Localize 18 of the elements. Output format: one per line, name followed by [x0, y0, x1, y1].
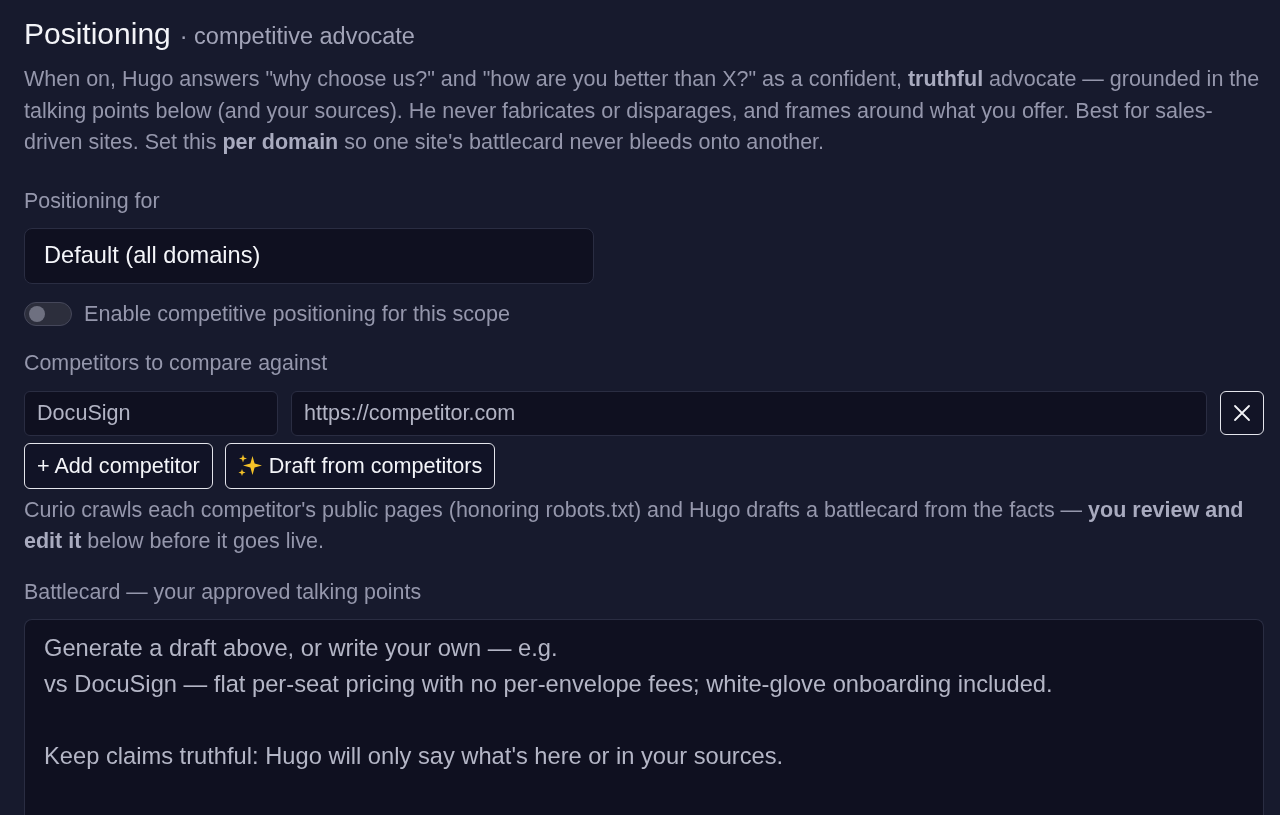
description-text: When on, Hugo answers "why choose us?" and "how are you better than X?" as a confident, truthful advocate — grounded in the talking points below (and your sources). He never fabricates or disparages, and frames around what you offer. Best for sales-driven sites. Set this per domain so one site's battlecard never bleeds onto another.: [24, 66, 1261, 156]
page-title: Positioning: [24, 16, 171, 52]
close-icon: [1233, 403, 1251, 422]
competitor-url-field[interactable]: https://competitor.com: [291, 390, 1207, 436]
battlecard-textarea[interactable]: Generate a draft above, or write your own — e.g. vs DocuSign — flat per-seat pricing with no per-envelope fees; white-glove onboarding included. Keep claims truthful: Hugo will only say what's here or in your sources.: [24, 618, 1264, 815]
domain-select[interactable]: Default (all domains): [24, 227, 594, 284]
field-label: Positioning for: [24, 188, 160, 213]
toggle-label: Enable competitive positioning for this scope: [84, 301, 511, 326]
add-competitor-button[interactable]: + Add competitor: [24, 442, 213, 489]
field-label: Battlecard — your approved talking points: [24, 579, 422, 604]
sparkle-icon: [237, 453, 262, 478]
remove-button[interactable]: [1220, 390, 1264, 435]
competitor-name-field[interactable]: DocuSign: [24, 390, 278, 436]
page-subtitle: · competitive advocate: [179, 22, 415, 51]
help-text: Curio crawls each competitor's public pages (honoring robots.txt) and Hugo drafts a battlecard from the facts — you review and edit it below before it goes live.: [24, 496, 1245, 555]
field-label: Competitors to compare against: [24, 350, 328, 375]
draft-button[interactable]: Draft from competitors: [224, 442, 496, 489]
toggle-switch[interactable]: [24, 301, 72, 326]
